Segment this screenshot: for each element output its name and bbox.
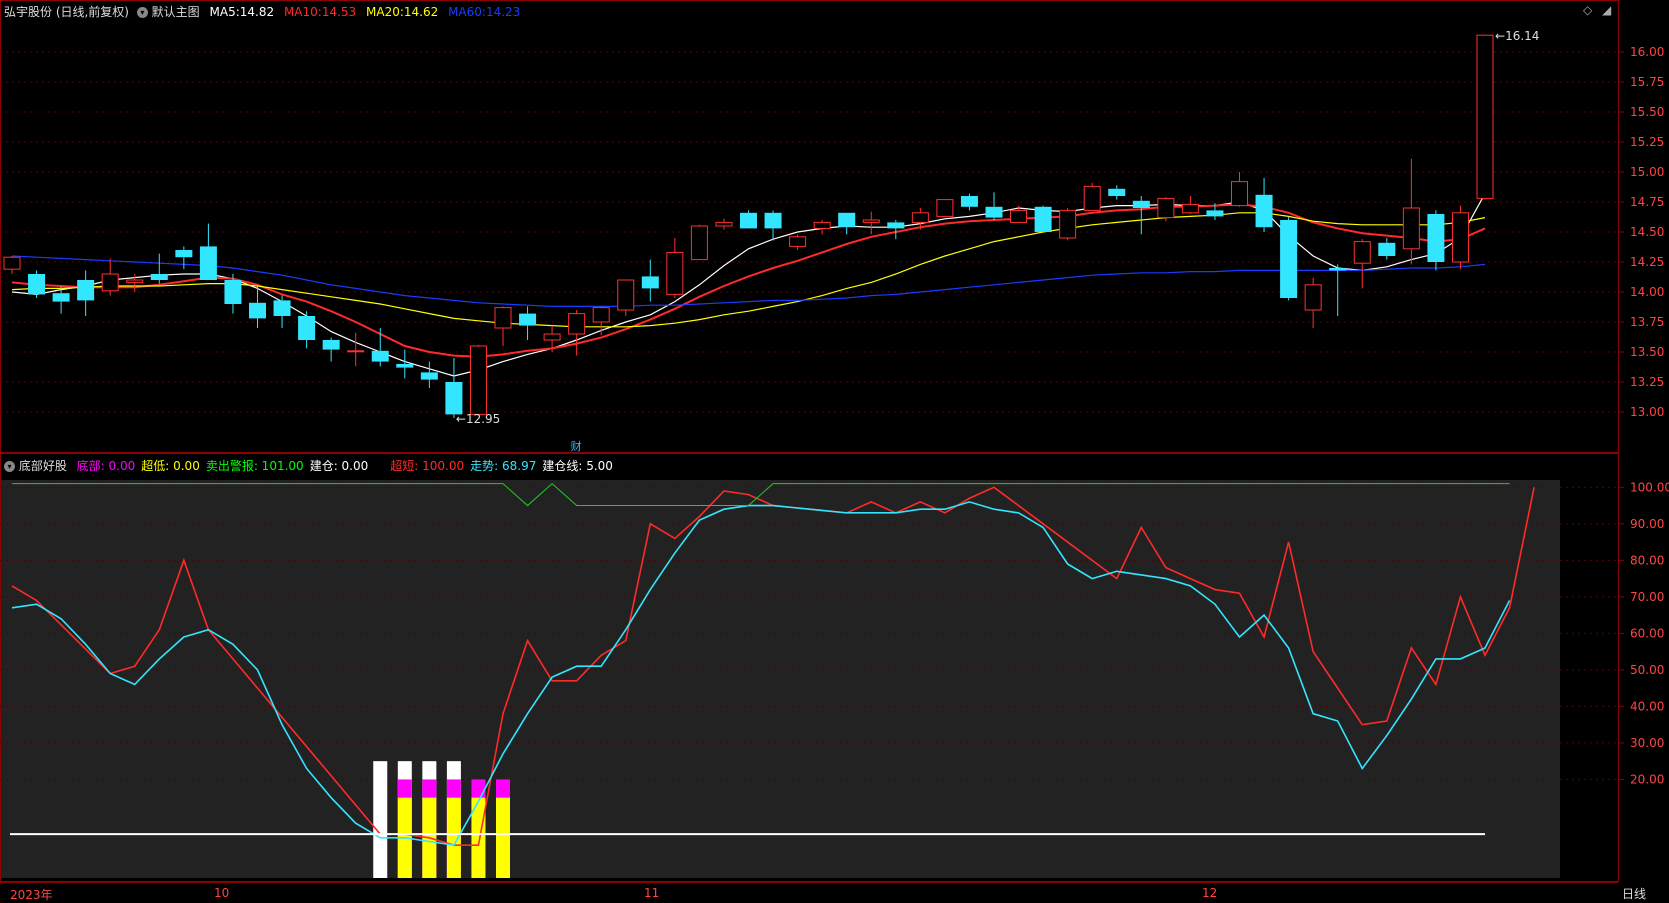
chaodi-bar bbox=[496, 797, 510, 878]
indicator-tick-label: 40.00 bbox=[1630, 699, 1664, 713]
indicator-legend-item: 建仓线: 5.00 bbox=[542, 459, 613, 473]
ma20-value: 14.62 bbox=[403, 5, 439, 19]
price-tick-label: 14.25 bbox=[1630, 255, 1664, 269]
price-tick-label: 16.00 bbox=[1630, 45, 1664, 59]
indicator-header: ▾ 底部好股 底部: 0.00 超低: 0.00 卖出警报: 101.00 建仓: 0… bbox=[4, 457, 613, 474]
financial-report-marker[interactable]: 财 bbox=[571, 438, 582, 454]
candlestick bbox=[1083, 182, 1101, 211]
candlestick bbox=[936, 199, 954, 217]
indicator-tick-label: 20.00 bbox=[1630, 772, 1664, 786]
candlestick bbox=[1157, 197, 1175, 222]
low-price-label: ←12.95 bbox=[455, 412, 501, 426]
arrow-left-icon: ← bbox=[1495, 29, 1506, 44]
collapse-icon[interactable]: ◢ bbox=[1602, 3, 1611, 17]
price-tick-label: 15.00 bbox=[1630, 165, 1664, 179]
stock-title: 弘宇股份 (日线,前复权) bbox=[4, 5, 129, 19]
indicator-tick-label: 60.00 bbox=[1630, 626, 1664, 640]
price-tick-label: 13.00 bbox=[1630, 405, 1664, 419]
main-header: 弘宇股份 (日线,前复权) ▾ 默认主图 MA5:14.82 MA10:14.5… bbox=[4, 3, 520, 20]
chart-canvas: 16.00 15.75 15.50 15.25 15.00 14.75 14.50 14.25… bbox=[0, 0, 1669, 902]
candlestick bbox=[1451, 205, 1469, 270]
indicator-tick-label: 90.00 bbox=[1630, 517, 1664, 531]
indicator-panel-bg bbox=[0, 480, 1560, 878]
ma5-label: MA5: bbox=[209, 5, 240, 19]
ma60-label: MA60: bbox=[448, 5, 486, 19]
candlestick bbox=[1476, 34, 1494, 200]
high-price-label: ←16.14 bbox=[1495, 29, 1540, 44]
indicator-tick-label: 30.00 bbox=[1630, 736, 1664, 750]
price-tick-label: 14.50 bbox=[1630, 225, 1664, 239]
ma10-label: MA10: bbox=[283, 5, 322, 19]
indicator-tick-label: 100.00 bbox=[1630, 480, 1669, 494]
ma5-value: 14.82 bbox=[239, 5, 275, 19]
indicator-legend-item: 超低: 0.00 bbox=[141, 459, 200, 473]
indicator-tick-label: 50.00 bbox=[1630, 663, 1664, 677]
caret-down-icon[interactable]: ▾ bbox=[4, 461, 15, 472]
indicator-legend-item: 超短: 100.00 bbox=[390, 459, 465, 473]
indicator-legend-item: 走势: 68.97 bbox=[470, 459, 537, 473]
period-button[interactable]: 日线 bbox=[1622, 885, 1646, 902]
price-tick-label: 15.25 bbox=[1630, 135, 1664, 149]
ma20-label: MA20: bbox=[366, 5, 404, 19]
ma60-value: 14.23 bbox=[485, 5, 521, 19]
candlestick bbox=[469, 344, 487, 416]
main-chart-label[interactable]: 默认主图 bbox=[152, 5, 200, 19]
indicator-tick-label: 80.00 bbox=[1630, 553, 1664, 567]
price-tick-label: 15.75 bbox=[1630, 75, 1664, 89]
ma10-value: 14.53 bbox=[321, 5, 357, 19]
arrow-left-icon: ← bbox=[455, 412, 466, 426]
price-tick-label: 14.75 bbox=[1630, 195, 1664, 209]
indicator-legend-item: 卖出警报: 101.00 bbox=[205, 459, 304, 473]
diamond-icon[interactable]: ◇ bbox=[1583, 3, 1592, 17]
price-tick-label: 13.75 bbox=[1630, 315, 1664, 329]
date-label-nov: 11 bbox=[644, 886, 660, 900]
caret-down-icon[interactable]: ▾ bbox=[136, 7, 148, 18]
price-tick-label: 13.50 bbox=[1630, 345, 1664, 359]
indicator-tick-label: 70.00 bbox=[1630, 590, 1664, 604]
candlestick bbox=[1034, 205, 1052, 232]
price-tick-label: 14.00 bbox=[1630, 285, 1664, 299]
candlestick bbox=[740, 210, 757, 229]
bottom-bar bbox=[0, 882, 1669, 902]
price-tick-label: 15.50 bbox=[1630, 105, 1664, 119]
date-label-dec: 12 bbox=[1202, 886, 1218, 900]
indicator-legend-item: 建仓: 0.00 bbox=[309, 459, 369, 473]
candlestick bbox=[1427, 210, 1445, 271]
candlestick bbox=[28, 270, 46, 298]
candlestick bbox=[1280, 216, 1298, 301]
indicator-legend-item: 底部: 0.00 bbox=[76, 459, 136, 473]
indicator-name[interactable]: 底部好股 bbox=[19, 459, 67, 473]
candlestick bbox=[1059, 208, 1077, 241]
date-label-oct: 10 bbox=[214, 886, 230, 900]
price-tick-label: 13.25 bbox=[1630, 375, 1664, 389]
jiancang-bar bbox=[373, 761, 388, 878]
date-label-year: 2023年 bbox=[10, 888, 53, 902]
candlestick bbox=[690, 224, 708, 261]
